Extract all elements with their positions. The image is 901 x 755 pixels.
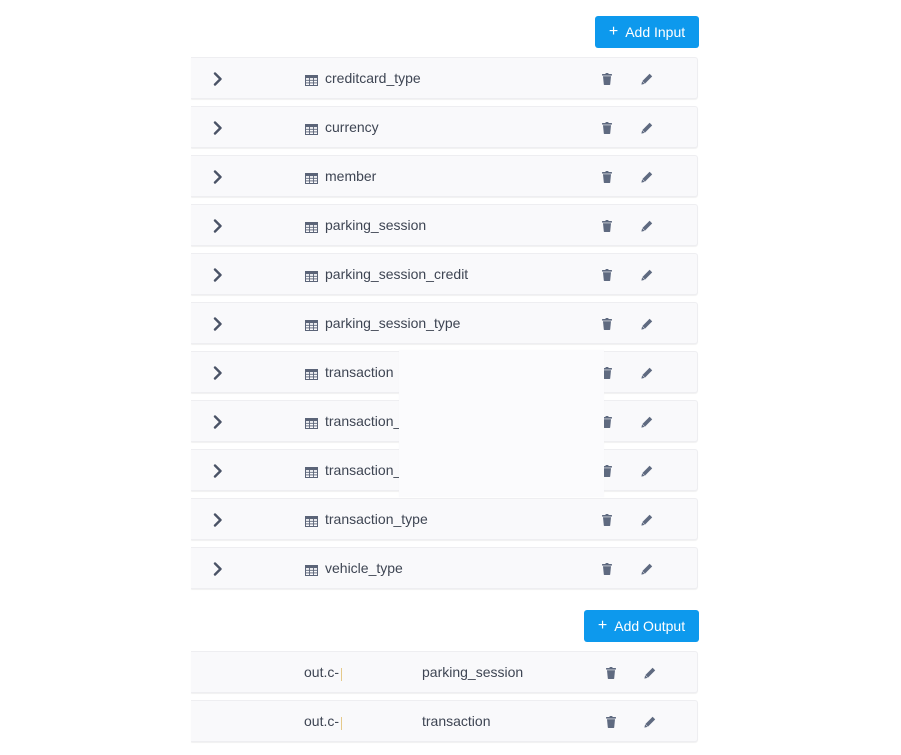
pencil-icon[interactable] [641,170,653,183]
table-icon [305,269,318,282]
add-output-label: Add Output [614,618,686,634]
table-name: member [325,168,377,184]
text-cursor [341,717,342,730]
trash-icon[interactable] [602,121,612,134]
table-row[interactable]: parking_session_credit [191,253,698,295]
pencil-icon[interactable] [641,121,653,134]
trash-icon[interactable] [602,219,612,232]
add-output-button[interactable]: + Add Output [584,610,699,642]
pencil-icon[interactable] [641,562,653,575]
table-icon [305,122,318,135]
text-cursor [341,668,342,681]
chevron-right-icon[interactable] [213,464,223,478]
output-name: parking_session [422,664,524,680]
table-name: transaction_ [325,462,402,478]
output-row[interactable]: out.c-transaction [191,700,698,742]
table-row[interactable]: creditcard_type [191,57,698,99]
chevron-right-icon[interactable] [213,415,223,429]
pencil-icon[interactable] [644,715,656,728]
chevron-right-icon[interactable] [213,268,223,282]
table-icon [305,367,318,380]
chevron-right-icon[interactable] [213,170,223,184]
plus-icon: + [608,23,619,40]
pencil-icon[interactable] [641,513,653,526]
add-input-button[interactable]: + Add Input [595,16,699,48]
chevron-right-icon[interactable] [213,562,223,576]
pencil-icon[interactable] [641,464,653,477]
table-name: currency [325,119,379,135]
chevron-right-icon[interactable] [213,72,223,86]
pencil-icon[interactable] [641,219,653,232]
pencil-icon[interactable] [641,72,653,85]
output-name: transaction [422,713,491,729]
table-name: creditcard_type [325,70,421,86]
table-icon [305,416,318,429]
output-destination[interactable]: out.c- [304,713,339,729]
chevron-right-icon[interactable] [213,366,223,380]
table-name: parking_session_type [325,315,461,331]
output-row[interactable]: out.c-parking_session [191,651,698,693]
pencil-icon[interactable] [641,415,653,428]
table-name: vehicle_type [325,560,403,576]
trash-icon[interactable] [602,317,612,330]
table-name: transaction_ [325,413,402,429]
pencil-icon[interactable] [641,268,653,281]
trash-icon[interactable] [606,666,616,679]
table-icon [305,465,318,478]
table-row[interactable]: member [191,155,698,197]
output-destination[interactable]: out.c- [304,664,339,680]
chevron-right-icon[interactable] [213,317,223,331]
plus-icon: + [597,617,608,634]
table-row[interactable]: vehicle_type [191,547,698,589]
chevron-right-icon[interactable] [213,121,223,135]
table-row[interactable]: currency [191,106,698,148]
table-name: parking_session_credit [325,266,469,282]
table-icon [305,514,318,527]
dropdown-overlay [399,350,604,497]
trash-icon[interactable] [606,715,616,728]
table-row[interactable]: parking_session_type [191,302,698,344]
table-icon [305,220,318,233]
table-row[interactable]: transaction_type [191,498,698,540]
table-name: parking_session [325,217,427,233]
table-name: transaction [325,364,394,380]
chevron-right-icon[interactable] [213,513,223,527]
table-icon [305,318,318,331]
trash-icon[interactable] [602,513,612,526]
chevron-right-icon[interactable] [213,219,223,233]
table-icon [305,171,318,184]
trash-icon[interactable] [602,268,612,281]
table-name: transaction_type [325,511,428,527]
pencil-icon[interactable] [641,317,653,330]
table-icon [305,73,318,86]
pencil-icon[interactable] [641,366,653,379]
pencil-icon[interactable] [644,666,656,679]
table-icon [305,563,318,576]
trash-icon[interactable] [602,562,612,575]
trash-icon[interactable] [602,170,612,183]
table-row[interactable]: parking_session [191,204,698,246]
trash-icon[interactable] [602,72,612,85]
add-input-label: Add Input [625,24,686,40]
